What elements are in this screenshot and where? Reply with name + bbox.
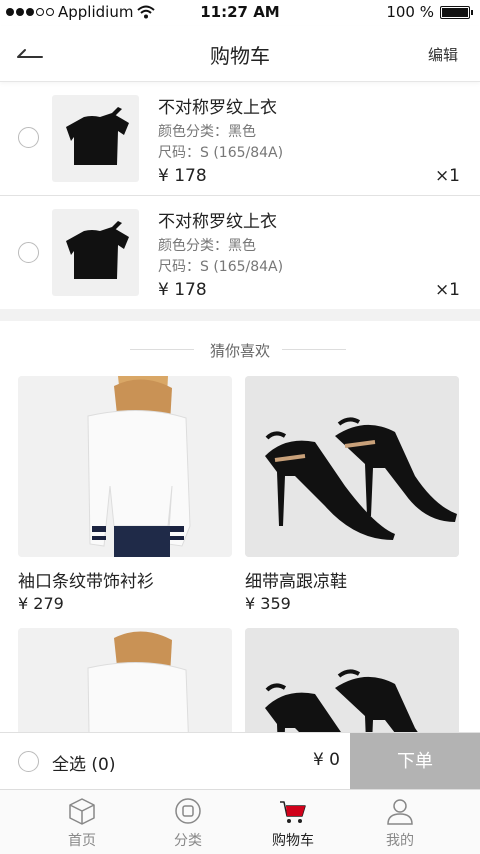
product-name: 袖口条纹带饰衬衫 <box>18 572 154 592</box>
item-size: 尺码：S (165/84A) <box>158 145 284 161</box>
total-price: ¥ 0 <box>312 750 340 770</box>
black-top-image <box>66 221 129 279</box>
black-top-image <box>66 107 129 165</box>
product-price: ¥ 359 <box>245 594 291 613</box>
item-price: ¥ 178 <box>158 280 207 300</box>
product-image[interactable] <box>18 628 232 732</box>
page-title: 购物车 <box>210 44 270 68</box>
tab-label: 我的 <box>386 833 414 849</box>
tab-label: 首页 <box>68 833 96 849</box>
cart-item: 不对称罗纹上衣 颜色分类：黑色 尺码：S (165/84A) ¥ 178 ×1 <box>0 196 480 309</box>
tab-cart[interactable]: 购物车 <box>233 796 353 850</box>
item-size: 尺码：S (165/84A) <box>158 259 284 275</box>
product-card[interactable]: 袖口条纹带饰衬衫 ¥ 279 <box>18 376 232 613</box>
edit-button[interactable]: 编辑 <box>428 44 458 65</box>
sandals-image <box>245 628 459 732</box>
tab-bar: 首页 分类 购物车 我的 <box>0 789 480 854</box>
item-select-radio[interactable] <box>18 242 39 263</box>
tab-label: 分类 <box>174 833 202 849</box>
tab-home[interactable]: 首页 <box>22 796 142 850</box>
box-icon <box>69 798 95 825</box>
tab-category[interactable]: 分类 <box>128 796 248 850</box>
item-quantity: ×1 <box>434 280 460 300</box>
submit-order-button[interactable]: 下单 <box>350 733 480 790</box>
tab-label: 购物车 <box>272 833 314 849</box>
section-gap <box>0 309 480 321</box>
recommend-title: 猜你喜欢 <box>209 342 270 360</box>
product-card[interactable] <box>245 628 459 732</box>
product-image[interactable] <box>245 376 459 557</box>
tab-profile[interactable]: 我的 <box>340 796 460 850</box>
select-all-label[interactable]: 全选 (0) <box>52 750 115 775</box>
item-name: 不对称罗纹上衣 <box>158 98 277 118</box>
item-quantity: ×1 <box>434 166 460 186</box>
sandals-image <box>245 376 459 557</box>
battery-percent: 100 % <box>386 3 434 21</box>
product-image[interactable] <box>245 628 459 732</box>
cart-content[interactable]: 不对称罗纹上衣 颜色分类：黑色 尺码：S (165/84A) ¥ 178 ×1 … <box>0 82 480 732</box>
product-thumbnail[interactable] <box>52 209 139 296</box>
nav-bar: 购物车 编辑 <box>0 26 480 82</box>
product-card[interactable] <box>18 628 232 732</box>
status-bar: Applidium 11:27 AM 100 % <box>0 0 480 26</box>
category-icon <box>175 798 201 824</box>
user-icon <box>387 799 413 825</box>
white-shirt-image <box>18 376 232 557</box>
battery-icon <box>440 5 473 19</box>
item-select-radio[interactable] <box>18 127 39 148</box>
item-color: 颜色分类：黑色 <box>158 238 256 254</box>
checkout-bar: 全选 (0) ¥ 0 下单 <box>0 732 480 790</box>
white-shirt-image <box>18 628 232 732</box>
recommend-header: 猜你喜欢 <box>0 338 480 360</box>
select-all-radio[interactable] <box>18 751 39 772</box>
cart-icon <box>280 801 306 823</box>
product-image[interactable] <box>18 376 232 557</box>
product-card[interactable]: 细带高跟凉鞋 ¥ 359 <box>245 376 459 613</box>
item-price: ¥ 178 <box>158 166 207 186</box>
item-color: 颜色分类：黑色 <box>158 124 256 140</box>
product-price: ¥ 279 <box>18 594 64 613</box>
product-thumbnail[interactable] <box>52 95 139 182</box>
item-name: 不对称罗纹上衣 <box>158 212 277 232</box>
cart-item: 不对称罗纹上衣 颜色分类：黑色 尺码：S (165/84A) ¥ 178 ×1 <box>0 82 480 195</box>
product-name: 细带高跟凉鞋 <box>245 572 347 592</box>
header-line-right <box>282 349 346 350</box>
